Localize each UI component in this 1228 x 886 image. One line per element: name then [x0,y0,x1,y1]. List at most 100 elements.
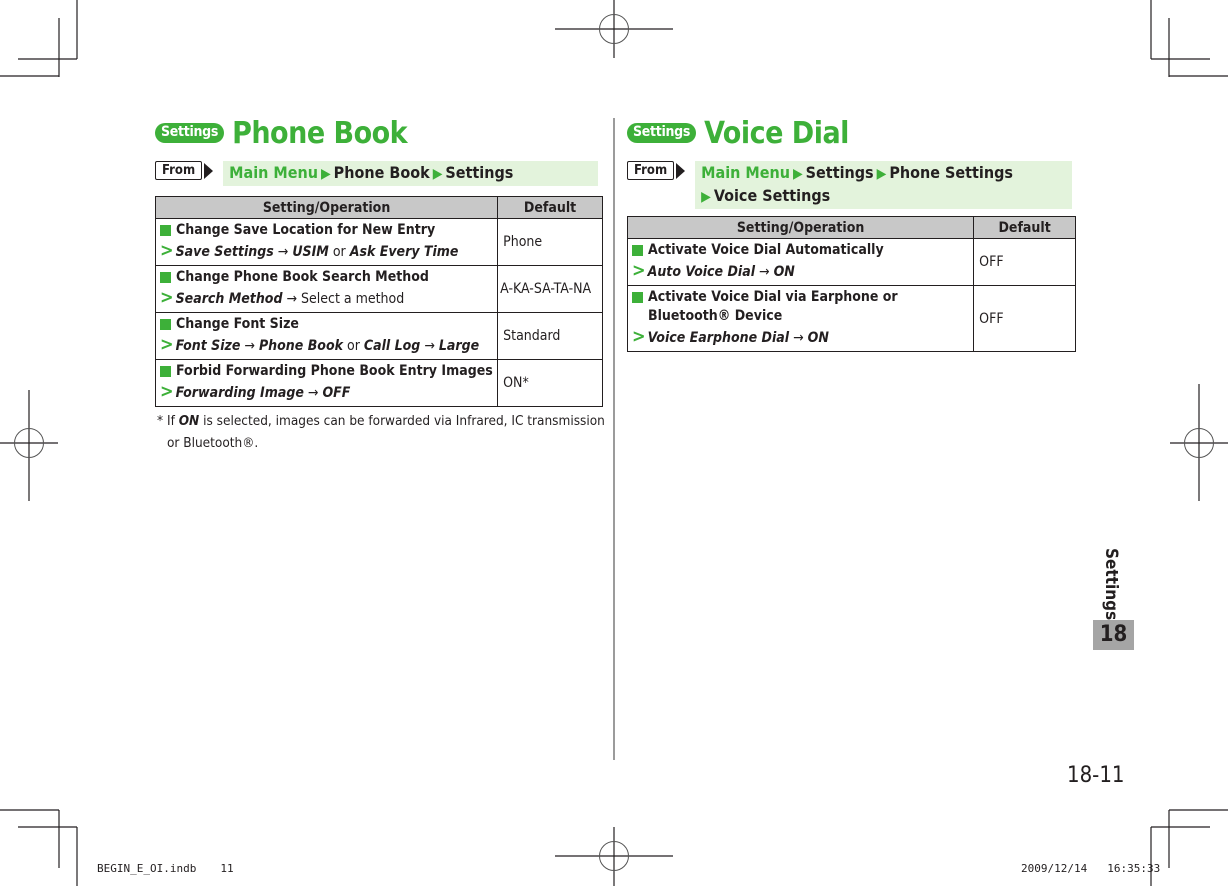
chapter-number-tab: 18 [1093,620,1134,650]
slug-file: BEGIN_E_OI.indb 11 [97,862,234,875]
arrow-right-icon [676,162,686,179]
section-heading: Settings Voice Dial [627,113,1077,153]
default-value: Standard [497,312,603,360]
path-step: Phone Settings [889,163,1013,182]
chapter-side-label: Settings [1101,548,1121,621]
operation-text: or [328,244,350,260]
menu-item-name: USIM [292,244,329,260]
operation-text: → Select a method [282,291,405,307]
operation-steps: > Auto Voice Dial → ON [632,260,969,283]
path-step: Main Menu [229,163,318,182]
section-heading: Settings Phone Book [155,113,605,153]
default-value: A-KA-SA-TA-NA [497,265,603,313]
setting-name: Activate Voice Dial Automatically [648,242,884,258]
column-divider [613,118,615,760]
section-title: Phone Book [232,115,408,151]
menu-path: Main Menu ▶ Phone Book ▶ Settings [223,161,599,186]
chevron-right-icon: > [160,240,174,261]
green-square-icon [160,366,171,377]
menu-item-name: Save Settings [175,244,274,260]
operation-text: → [303,385,323,401]
chevron-right-icon: > [160,287,174,308]
operation-text: → [420,338,439,354]
operation-steps: > Voice Earphone Dial → ON [632,326,969,349]
arrow-right-icon [204,162,214,179]
menu-item-name: Forwarding Image [175,385,304,401]
menu-item-name: OFF [322,385,351,401]
footnote: * If ON is selected, images can be forwa… [157,410,607,454]
triangle-right-icon: ▶ [876,166,887,182]
operation-steps: > Font Size → Phone Book or Call Log → La… [160,334,493,357]
table-row: Change Phone Book Search Method > Search … [154,265,603,313]
header-setting-operation: Setting/Operation [626,216,975,239]
path-step: Phone Book [333,163,430,182]
table-header-row: Setting/Operation Default [154,196,603,219]
chevron-right-icon: > [632,260,646,281]
menu-item-name: Large [438,338,480,354]
table-row: Change Save Location for New Entry > Save… [154,218,603,266]
green-square-icon [632,292,643,303]
menu-item-name: Voice Earphone Dial [647,330,790,346]
from-marker: From [155,161,214,180]
default-value: OFF [973,238,1076,286]
section-title: Voice Dial [704,115,849,151]
setting-name: Change Font Size [176,316,299,332]
page-number: 18-11 [1067,763,1125,788]
operation-text: → [755,264,774,280]
header-default: Default [973,216,1076,239]
table-row: Activate Voice Dial Automatically > Auto … [626,238,1076,286]
slug-timestamp: 2009/12/14 16:35:33 [1021,862,1161,875]
phone-book-settings-table: Setting/Operation Default Change Save Lo… [154,196,603,407]
path-step: Voice Settings [713,186,831,205]
operation-steps: > Forwarding Image → OFF [160,381,493,404]
default-value: ON* [497,359,603,407]
setting-name: Change Save Location for New Entry [176,222,436,238]
setting-name: Change Phone Book Search Method [176,269,429,285]
settings-badge: Settings [627,123,697,143]
chevron-right-icon: > [160,381,174,402]
default-value: OFF [973,285,1076,352]
setting-name: Forbid Forwarding Phone Book Entry Image… [176,363,493,379]
operation-steps: > Save Settings → USIM or Ask Every Time [160,240,493,263]
menu-path: Main Menu ▶ Settings ▶ Phone Settings ▶ Voice … [695,161,1073,209]
navigation-path: From Main Menu ▶ Phone Book ▶ Settings [155,161,605,186]
voice-dial-section: Settings Voice Dial From Main Menu ▶ Setti… [627,113,1077,209]
default-value: Phone [497,218,603,266]
green-square-icon [160,272,171,283]
menu-item-name: Font Size [175,338,241,354]
table-row: Activate Voice Dial via Earphone or Blue… [626,285,1076,352]
settings-badge: Settings [155,123,225,143]
setting-name: Activate Voice Dial via Earphone or Blue… [648,289,898,324]
green-square-icon [160,225,171,236]
menu-item-name: ON [773,264,795,280]
menu-item-name: Auto Voice Dial [647,264,756,280]
operation-text: → [789,330,808,346]
footnote-mark: * [157,413,164,429]
operation-text: or [342,338,364,354]
path-step: Main Menu [701,163,790,182]
menu-item-name: ON [807,330,829,346]
chevron-right-icon: > [632,326,646,347]
voice-dial-settings-table: Setting/Operation Default Activate Voice… [626,216,1076,352]
operation-text: → [273,244,293,260]
header-default: Default [497,196,603,219]
green-square-icon [160,319,171,330]
chevron-right-icon: > [160,334,174,355]
phone-book-section: Settings Phone Book From Main Menu ▶ Phone… [155,113,605,186]
triangle-right-icon: ▶ [701,189,711,205]
menu-item-name: Ask Every Time [349,244,459,260]
triangle-right-icon: ▶ [792,166,803,182]
table-row: Change Font Size > Font Size → Phone Book… [154,312,603,360]
green-square-icon [632,245,643,256]
triangle-right-icon: ▶ [320,166,331,182]
navigation-path: From Main Menu ▶ Settings ▶ Phone Settings ▶ V… [627,161,1077,209]
menu-item-name: Call Log [363,338,421,354]
operation-text: → [240,338,259,354]
path-step: Settings [445,163,514,182]
table-row: Forbid Forwarding Phone Book Entry Image… [154,359,603,407]
from-marker: From [627,161,686,180]
operation-steps: > Search Method → Select a method [160,287,493,310]
table-header-row: Setting/Operation Default [626,216,1076,239]
menu-item-name: Phone Book [258,338,343,354]
path-step: Settings [805,163,874,182]
